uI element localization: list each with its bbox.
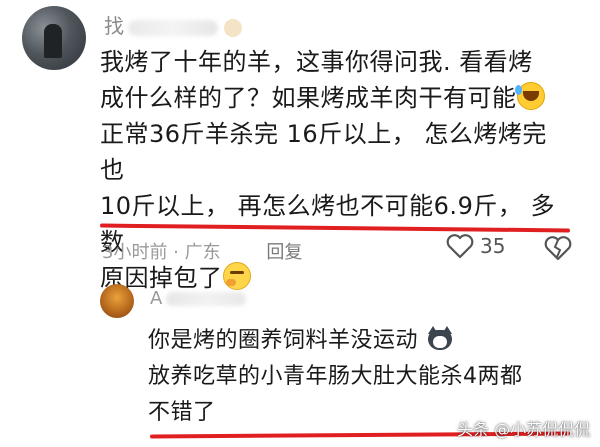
like-button[interactable]: 35 [446,233,505,259]
heart-icon [446,234,474,259]
reply-button[interactable]: 回复 [266,242,302,263]
reply-avatar[interactable] [100,284,134,318]
comment-line: 正常36斤羊杀完 16斤以上， 怎么烤烤完也 [100,120,547,184]
user-avatar[interactable] [22,6,86,70]
reply-line: 你是烤的圈养饲料羊没运动 [148,323,578,359]
watermark: 头条 @小苏侃侃侃 [457,420,591,439]
reply-text: 你是烤的圈养饲料羊没运动 放养吃草的小青年肠大肚大能杀4两都 不错了 [148,323,578,431]
comment-line: 成什么样的了？如果烤成羊肉干有可能 [100,80,570,116]
thinking-face-icon [222,262,251,290]
dislike-button[interactable] [544,235,572,265]
reply-line: 放养吃草的小青年肠大肚大能杀4两都 [148,364,523,389]
user-badge-icon [224,18,242,37]
laughing-tears-icon [514,82,545,110]
blurred-username [128,19,218,36]
broken-heart-icon [544,236,572,261]
like-count: 35 [480,234,506,258]
comment-line: 我烤了十年的羊，这事你得问我. 看看烤 [100,48,533,76]
blurred-username [166,292,247,306]
reply-username[interactable]: A [150,288,247,309]
comment-username[interactable]: 找 [104,10,242,39]
comment-meta: 3小时前 · 广东 回复 [102,238,302,264]
husky-icon [426,326,454,352]
time-location: 3小时前 · 广东 [102,242,221,263]
